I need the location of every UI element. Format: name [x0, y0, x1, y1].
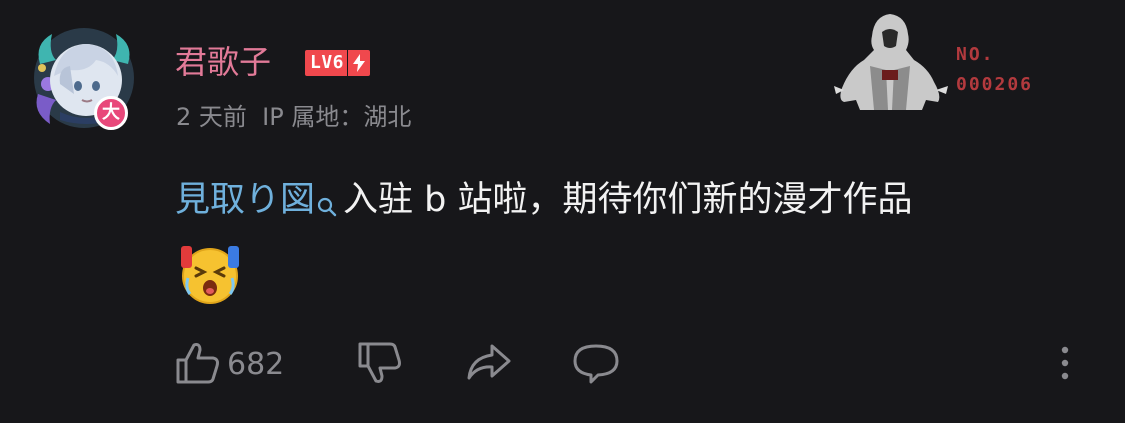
share-button[interactable]	[465, 340, 513, 390]
avatar[interactable]: 大	[30, 24, 138, 132]
comment-content: 見取り図 入驻 b 站啦，期待你们新的漫才作品	[175, 170, 913, 236]
avatar-badge: 大	[94, 96, 128, 130]
comment-meta: 2 天前 IP 属地：湖北	[176, 97, 411, 137]
username[interactable]: 君歌子	[175, 36, 271, 88]
mention-link[interactable]: 見取り図	[175, 180, 315, 220]
more-options-button[interactable]	[1055, 340, 1075, 390]
fan-card[interactable]: NO. 000206	[830, 10, 1070, 110]
dislike-button[interactable]	[357, 340, 403, 390]
like-count: 682	[227, 347, 285, 382]
comment-icon	[571, 340, 621, 390]
reply-button[interactable]	[571, 340, 621, 390]
post-time: 2 天前	[176, 103, 247, 131]
comment-text: 入驻 b 站啦，期待你们新的漫才作品	[343, 180, 913, 220]
thumbs-down-icon	[357, 340, 403, 390]
like-button[interactable]: 682	[175, 340, 284, 390]
action-bar: 682	[175, 340, 1095, 390]
level-badge: LV6	[305, 50, 371, 76]
fan-number-value: 000206	[956, 74, 1034, 95]
thumbs-up-icon	[175, 340, 221, 390]
fan-number-label: NO.	[956, 44, 995, 65]
ip-location: IP 属地：湖北	[262, 103, 412, 131]
search-icon[interactable]	[317, 176, 337, 236]
lightning-icon	[348, 50, 371, 76]
level-label: LV6	[305, 50, 348, 76]
share-icon	[465, 340, 513, 390]
fan-card-figure	[834, 14, 948, 110]
crying-face-emoji	[176, 238, 244, 306]
more-vertical-icon	[1055, 340, 1075, 390]
